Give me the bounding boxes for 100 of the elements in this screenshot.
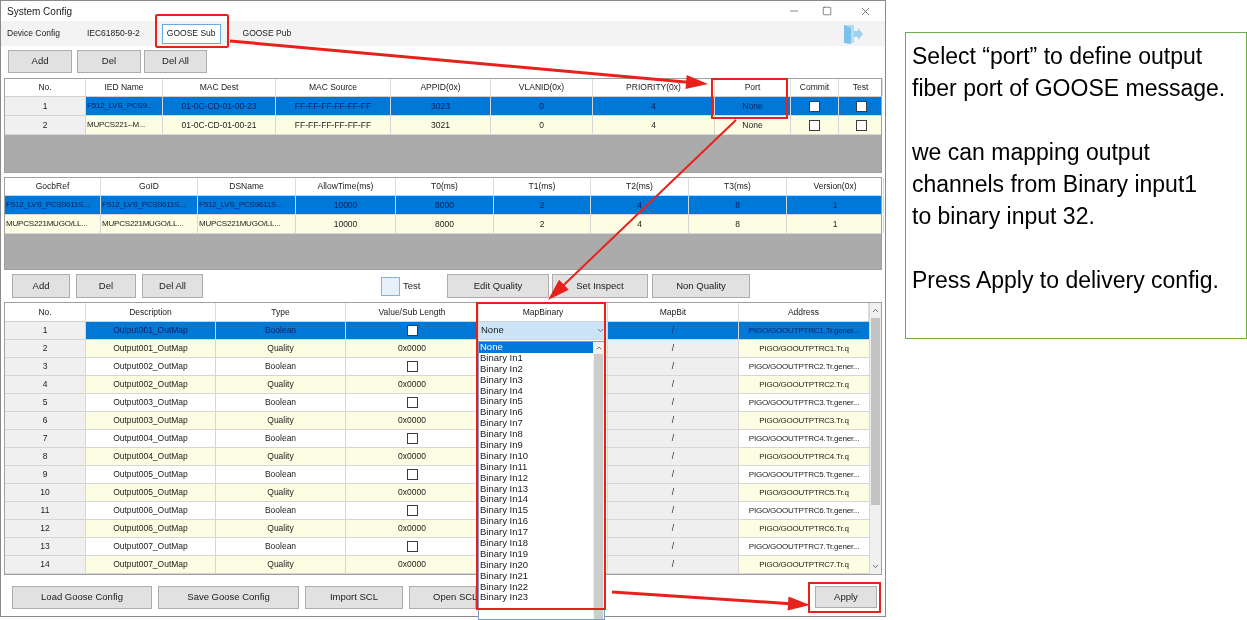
- scrollbar-thumb[interactable]: [594, 354, 603, 619]
- table-cell: FF-FF-FF-FF-FF-FF: [276, 116, 391, 134]
- scroll-down-icon[interactable]: [871, 562, 880, 571]
- column-header: Port: [715, 79, 791, 96]
- test-label: Test: [403, 278, 421, 293]
- row-number: 10: [5, 484, 86, 501]
- table-cell: 8000: [396, 196, 494, 214]
- table-row[interactable]: 2 MUPCS221--M... 01-0C-CD-01-00-21 FF-FF-FF-FF-FF-FF 3021 0 4 None: [5, 116, 881, 135]
- scrollbar-thumb[interactable]: [871, 318, 880, 505]
- checkbox[interactable]: [406, 433, 418, 444]
- table-cell: FF-FF-FF-FF-FF-FF: [276, 97, 391, 115]
- dropdown-option[interactable]: Binary In15: [479, 505, 593, 517]
- import-scl-button[interactable]: Import SCL: [305, 586, 403, 609]
- cell-value: 0x0000: [398, 522, 426, 535]
- delete-button[interactable]: Del: [76, 274, 136, 298]
- checkbox[interactable]: [809, 119, 820, 131]
- tab[interactable]: Device Config: [2, 23, 65, 44]
- table-cell-text: PIGO/GOOUTPTRC3.Tr.gener...: [747, 396, 861, 409]
- table-cell: 3023: [391, 97, 491, 115]
- table-row[interactable]: 1 F512_LVS_PCS9... 01-0C-CD-01-00-23 FF-FF-FF-FF-FF-FF 3023 0 4 None: [5, 97, 881, 116]
- table-cell: MUPCS221MUGO/LL...: [198, 215, 296, 233]
- table-cell: 2: [494, 215, 591, 233]
- table-cell: Boolean: [216, 358, 346, 375]
- tab[interactable]: IEC61850-9-2: [81, 23, 145, 44]
- table-cell-text: PIGO/GOOUTPTRC1.Tr.gener...: [747, 324, 861, 337]
- dropdown-option[interactable]: Binary In22: [479, 581, 593, 593]
- table-cell-text: PIGO/GOOUTPTRC7.Tr.gener...: [747, 540, 861, 553]
- dropdown-option[interactable]: Binary In3: [479, 374, 593, 386]
- apply-button[interactable]: Apply: [815, 586, 877, 608]
- dropdown-option[interactable]: Binary In9: [479, 440, 593, 451]
- table-row[interactable]: MUPCS221MUGO/LL... MUPCS221MUGO/LL... MUPCS221MUGO/LL... 10000 8000 2 4 8 1: [5, 215, 881, 234]
- edit-quality-button[interactable]: Edit Quality: [447, 274, 549, 298]
- dropdown-option[interactable]: Binary In17: [479, 527, 593, 539]
- checkbox[interactable]: [406, 325, 418, 336]
- checkbox[interactable]: [855, 119, 867, 131]
- table-cell: Output004_OutMap: [86, 430, 216, 447]
- dropdown-option[interactable]: Binary In18: [479, 538, 593, 549]
- table-cell: None: [715, 116, 791, 134]
- dropdown-option[interactable]: Binary In5: [479, 396, 593, 408]
- checkbox[interactable]: [406, 541, 418, 552]
- dropdown-option[interactable]: Binary In23: [479, 592, 593, 604]
- row-number: 1: [5, 97, 86, 115]
- checkbox[interactable]: [406, 505, 418, 516]
- dropdown-option[interactable]: Binary In7: [479, 418, 593, 430]
- dropdown-option[interactable]: Binary In13: [479, 483, 593, 495]
- tab[interactable]: GOOSE Pub: [237, 23, 297, 44]
- delete-all-button[interactable]: Del All: [142, 274, 203, 298]
- add-button[interactable]: Add: [8, 50, 72, 73]
- checkbox[interactable]: [406, 361, 418, 372]
- checkbox[interactable]: [406, 397, 418, 408]
- dropdown-option[interactable]: Binary In8: [479, 429, 593, 440]
- row-number: 6: [5, 412, 86, 429]
- table-cell: Output006_OutMap: [86, 502, 216, 519]
- open-scl-button[interactable]: Open SCL: [409, 586, 476, 609]
- table-cell-text: PIGO/GOOUTPTRC3.Tr.q: [758, 414, 850, 427]
- scrollbar-track[interactable]: [593, 342, 604, 619]
- save-config-button[interactable]: Save Goose Config: [158, 586, 299, 609]
- column-header: MAC Source: [276, 79, 391, 96]
- table-cell: /: [608, 430, 739, 447]
- scroll-up-icon[interactable]: [594, 344, 603, 352]
- maximize-icon[interactable]: [822, 6, 832, 16]
- table-cell: MUPCS221--M...: [86, 116, 163, 134]
- row-number: 11: [5, 502, 86, 519]
- dropdown-option[interactable]: None: [479, 342, 593, 353]
- delete-button[interactable]: Del: [77, 50, 141, 73]
- table-cell-text: PIGO/GOOUTPTRC6.Tr.q: [758, 522, 850, 535]
- column-header: Version(0x): [787, 178, 884, 195]
- column-header: T1(ms): [494, 178, 591, 195]
- cell-value: 0x0000: [398, 450, 426, 463]
- dropdown-option[interactable]: Binary In2: [479, 363, 593, 375]
- set-inspect-button[interactable]: Set Inspect: [552, 274, 648, 298]
- table-cell: 0: [491, 97, 593, 115]
- cell-value: 0x0000: [398, 342, 426, 355]
- table-cell: Output004_OutMap: [86, 448, 216, 465]
- dropdown-option[interactable]: Binary In10: [479, 450, 593, 462]
- table-cell-text: PIGO/GOOUTPTRC4.Tr.gener...: [747, 432, 861, 445]
- delete-all-button[interactable]: Del All: [144, 50, 207, 73]
- checkbox[interactable]: [855, 100, 867, 112]
- scrollbar-track[interactable]: [869, 303, 881, 574]
- table-cell: F512_LVS_PCS9611S...: [5, 196, 101, 214]
- checkbox[interactable]: [406, 469, 418, 480]
- dropdown-option[interactable]: Binary In4: [479, 385, 593, 397]
- scroll-up-icon[interactable]: [871, 306, 880, 315]
- tab[interactable]: GOOSE Sub: [161, 23, 221, 44]
- table-cell-text: PIGO/GOOUTPTRC6.Tr.gener...: [747, 504, 861, 517]
- checkbox[interactable]: [809, 100, 820, 112]
- checkbox[interactable]: [381, 276, 400, 296]
- table-cell: 1: [787, 196, 884, 214]
- load-config-button[interactable]: Load Goose Config: [12, 586, 152, 609]
- column-header: T0(ms): [396, 178, 494, 195]
- column-header: MapBit: [608, 303, 739, 321]
- row-number: 4: [5, 376, 86, 393]
- table-row[interactable]: 1 Output001_OutMap Boolean None / PIGO/GOOUTPTRC1.Tr.gener...: [5, 322, 869, 340]
- non-quality-button[interactable]: Non Quality: [652, 274, 750, 298]
- table-cell: MUPCS221MUGO/LL...: [5, 215, 101, 233]
- map-binary-select[interactable]: None: [479, 322, 607, 339]
- add-button[interactable]: Add: [12, 274, 70, 298]
- dropdown-option[interactable]: Binary In12: [479, 472, 593, 484]
- dropdown-option[interactable]: Binary In20: [479, 559, 593, 571]
- table-cell: /: [608, 556, 739, 573]
